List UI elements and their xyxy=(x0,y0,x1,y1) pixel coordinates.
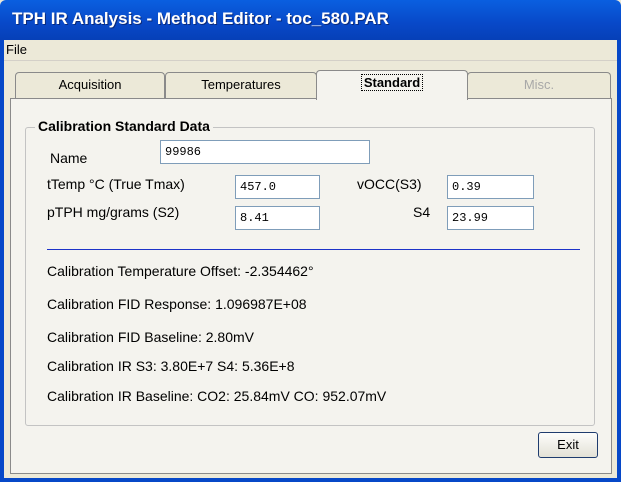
s4-label: S4 xyxy=(413,204,431,220)
info-fid-response: Calibration FID Response: 1.096987E+08 xyxy=(47,296,307,312)
window-title: TPH IR Analysis - Method Editor - toc_58… xyxy=(12,9,389,28)
tab-temperatures[interactable]: Temperatures xyxy=(165,72,317,98)
s4-input[interactable]: 23.99 xyxy=(447,206,534,230)
tab-standard[interactable]: Standard xyxy=(316,70,468,100)
info-fid-baseline: Calibration FID Baseline: 2.80mV xyxy=(47,329,254,345)
title-bar[interactable]: TPH IR Analysis - Method Editor - toc_58… xyxy=(0,0,621,40)
menu-file[interactable]: File xyxy=(6,42,27,57)
info-temperature-offset: Calibration Temperature Offset: -2.35446… xyxy=(47,263,314,279)
ptph-input[interactable]: 8.41 xyxy=(235,206,320,230)
vocc-input[interactable]: 0.39 xyxy=(447,175,534,199)
info-ir-s3-s4: Calibration IR S3: 3.80E+7 S4: 5.36E+8 xyxy=(47,358,295,374)
info-ir-baseline: Calibration IR Baseline: CO2: 25.84mV CO… xyxy=(47,388,387,404)
name-input[interactable]: 99986 xyxy=(160,140,370,164)
section-divider xyxy=(47,249,580,250)
vocc-label: vOCC(S3) xyxy=(357,176,422,192)
tab-misc-label: Misc. xyxy=(523,77,555,92)
tab-misc[interactable]: Misc. xyxy=(467,72,611,98)
name-label: Name xyxy=(50,150,88,166)
exit-button[interactable]: Exit xyxy=(538,432,598,458)
menu-bar: File xyxy=(0,40,621,61)
window-frame-right xyxy=(617,40,621,482)
ptph-label: pTPH mg/grams (S2) xyxy=(47,204,180,220)
window-frame-bottom xyxy=(0,478,621,482)
tab-standard-label: Standard xyxy=(360,74,424,91)
tab-acquisition[interactable]: Acquisition xyxy=(15,72,165,98)
method-editor-window: TPH IR Analysis - Method Editor - toc_58… xyxy=(0,0,621,482)
tab-acquisition-label: Acquisition xyxy=(58,77,122,92)
ttemp-label: tTemp °C (True Tmax) xyxy=(47,176,185,192)
calibration-group-title: Calibration Standard Data xyxy=(35,118,213,134)
window-frame-left xyxy=(0,40,4,482)
ttemp-input[interactable]: 457.0 xyxy=(235,175,320,199)
tab-temperatures-label: Temperatures xyxy=(201,77,281,92)
